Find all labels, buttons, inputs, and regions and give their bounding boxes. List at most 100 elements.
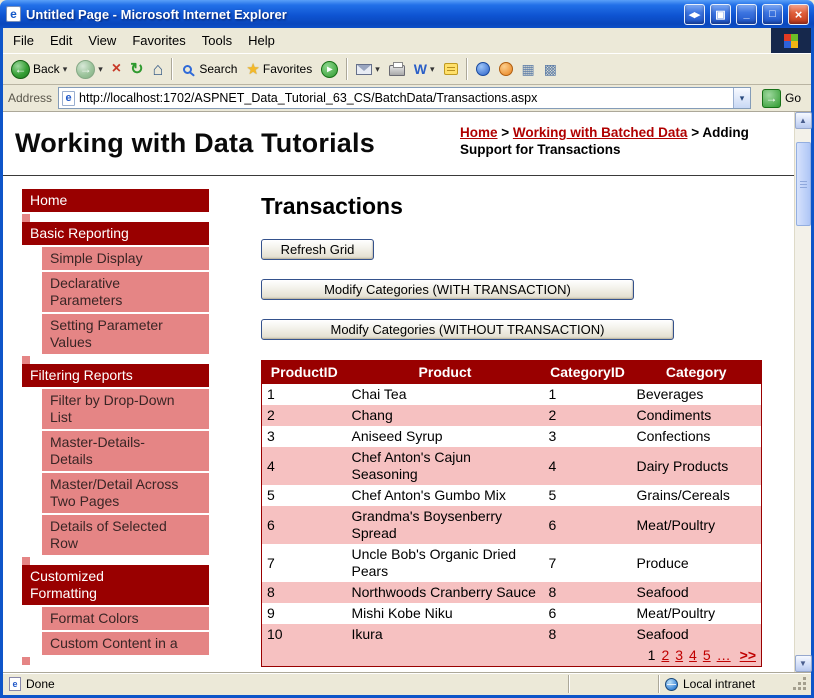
print-button[interactable]: [385, 56, 409, 83]
sidebar-item-setting-parameter-values[interactable]: Setting Parameter Values: [42, 314, 209, 354]
back-dropdown-icon[interactable]: ▾: [63, 64, 68, 75]
breadcrumb-link-working-with-batched-data[interactable]: Working with Batched Data: [513, 125, 688, 140]
address-input[interactable]: [79, 91, 733, 105]
maximize-button[interactable]: □: [762, 4, 783, 25]
messenger-button[interactable]: [472, 56, 494, 83]
table-cell: 4: [544, 447, 632, 485]
edit-button[interactable]: W ▾: [410, 56, 439, 83]
sidebar-section-home[interactable]: Home: [22, 189, 209, 212]
pager-page-2[interactable]: 2: [661, 647, 669, 664]
close-button[interactable]: ×: [788, 4, 809, 25]
titlebar[interactable]: e Untitled Page - Microsoft Internet Exp…: [0, 0, 814, 28]
search-button[interactable]: Search: [177, 56, 241, 83]
forward-button[interactable]: → ▾: [72, 56, 107, 83]
table-cell: Dairy Products: [632, 447, 762, 485]
minimize-button[interactable]: _: [736, 4, 757, 25]
go-button[interactable]: → Go: [757, 89, 806, 108]
sidebar-item-details-of-selected-row[interactable]: Details of Selected Row: [42, 515, 209, 555]
scroll-down-button[interactable]: ▼: [795, 655, 812, 672]
table-cell: 1: [262, 384, 347, 405]
scrollbar-thumb[interactable]: [796, 142, 811, 226]
table-cell: Grains/Cereals: [632, 485, 762, 506]
table-cell: 2: [544, 405, 632, 426]
sidebar-notch: [22, 657, 209, 665]
table-cell: 2: [262, 405, 347, 426]
titlebar-screen-button[interactable]: ▣: [710, 4, 731, 25]
menu-item-help[interactable]: Help: [240, 30, 283, 51]
sidebar-notch: [22, 356, 209, 364]
pager-page-4[interactable]: 4: [689, 647, 697, 664]
vertical-scrollbar[interactable]: ▲ ▼: [794, 112, 811, 672]
address-bar: Address e ▾ → Go: [3, 85, 811, 112]
address-input-box[interactable]: e ▾: [58, 87, 751, 109]
menu-item-tools[interactable]: Tools: [194, 30, 240, 51]
table-cell: Meat/Poultry: [632, 603, 762, 624]
sidebar-nav: Home Basic ReportingSimple DisplayDeclara…: [22, 189, 209, 667]
address-dropdown-button[interactable]: ▾: [733, 88, 750, 108]
table-cell: 6: [544, 506, 632, 544]
mail-button[interactable]: ▾: [352, 56, 384, 83]
grid-dotted-tool-button[interactable]: ▩: [540, 56, 561, 83]
sidebar-notch: [22, 557, 209, 565]
table-row: 8Northwoods Cranberry Sauce8Seafood: [262, 582, 762, 603]
table-cell: 7: [544, 544, 632, 582]
sidebar-item-label: Format Colors: [50, 610, 139, 627]
grid-header-productid: ProductID: [262, 361, 347, 385]
grid-header-product: Product: [347, 361, 544, 385]
table-cell: 3: [544, 426, 632, 447]
home-icon: ⌂: [153, 59, 164, 80]
modify-with-transaction-button[interactable]: Modify Categories (WITH TRANSACTION): [261, 279, 634, 300]
sidebar-section-filtering-reports[interactable]: Filtering Reports: [22, 364, 209, 387]
scroll-up-button[interactable]: ▲: [795, 112, 812, 129]
refresh-button[interactable]: ↻: [126, 56, 147, 83]
table-cell: 4: [262, 447, 347, 485]
menu-item-file[interactable]: File: [5, 30, 42, 51]
sidebar-section-customized-formatting[interactable]: Customized Formatting: [22, 565, 209, 605]
sidebar-item-custom-content-in-a[interactable]: Custom Content in a: [42, 632, 209, 655]
menu-item-view[interactable]: View: [80, 30, 124, 51]
pager-next-page[interactable]: >>: [740, 647, 756, 664]
forward-dropdown-icon[interactable]: ▾: [98, 64, 103, 75]
modify-without-transaction-button[interactable]: Modify Categories (WITHOUT TRANSACTION): [261, 319, 674, 340]
home-button[interactable]: ⌂: [149, 56, 168, 83]
ie-toolbar: ← Back ▾ → ▾ × ↻ ⌂ Search ★ Favorites ▸: [3, 53, 811, 85]
titlebar-nav-button[interactable]: ◂▸: [684, 4, 705, 25]
sidebar-item-master-details-details[interactable]: Master-Details-Details: [42, 431, 209, 471]
menu-item-favorites[interactable]: Favorites: [124, 30, 193, 51]
sidebar-section-basic-reporting[interactable]: Basic Reporting: [22, 222, 209, 245]
breadcrumb-link-home[interactable]: Home: [460, 125, 498, 140]
stop-button[interactable]: ×: [108, 56, 125, 83]
pager-page-5[interactable]: 5: [703, 647, 711, 664]
discuss-button[interactable]: [440, 56, 462, 83]
sidebar-item-master-detail-across-two-pages[interactable]: Master/Detail Across Two Pages: [42, 473, 209, 513]
resize-grip[interactable]: [793, 675, 809, 693]
sidebar-item-filter-by-drop-down-list[interactable]: Filter by Drop-Down List: [42, 389, 209, 429]
menu-item-edit[interactable]: Edit: [42, 30, 80, 51]
table-cell: 8: [544, 624, 632, 645]
edit-dropdown-icon[interactable]: ▾: [430, 64, 435, 75]
pager-ellipsis[interactable]: …: [717, 647, 731, 664]
table-row: 6Grandma's Boysenberry Spread6Meat/Poult…: [262, 506, 762, 544]
favorites-button[interactable]: ★ Favorites: [242, 56, 316, 83]
research-button[interactable]: [495, 56, 517, 83]
table-cell: 8: [544, 582, 632, 603]
table-cell: 6: [544, 603, 632, 624]
favorites-icon: ★: [246, 60, 259, 78]
grid-tool-button[interactable]: ▦: [518, 56, 539, 83]
refresh-grid-button[interactable]: Refresh Grid: [261, 239, 374, 260]
sidebar-item-declarative-parameters[interactable]: Declarative Parameters: [42, 272, 209, 312]
mail-dropdown-icon[interactable]: ▾: [375, 64, 380, 75]
table-cell: Chef Anton's Cajun Seasoning: [347, 447, 544, 485]
refresh-icon: ↻: [130, 59, 143, 79]
table-cell: Aniseed Syrup: [347, 426, 544, 447]
sidebar-item-format-colors[interactable]: Format Colors: [42, 607, 209, 630]
back-button[interactable]: ← Back ▾: [7, 56, 71, 83]
pager-page-3[interactable]: 3: [675, 647, 683, 664]
table-row: 9Mishi Kobe Niku6Meat/Poultry: [262, 603, 762, 624]
table-row: 2Chang2Condiments: [262, 405, 762, 426]
sidebar-item-simple-display[interactable]: Simple Display: [42, 247, 209, 270]
media-button[interactable]: ▸: [317, 56, 342, 83]
status-zone-label: Local intranet: [683, 677, 755, 691]
grid-header-row: ProductIDProductCategoryIDCategory: [262, 361, 762, 385]
page-title: Transactions: [261, 193, 761, 219]
